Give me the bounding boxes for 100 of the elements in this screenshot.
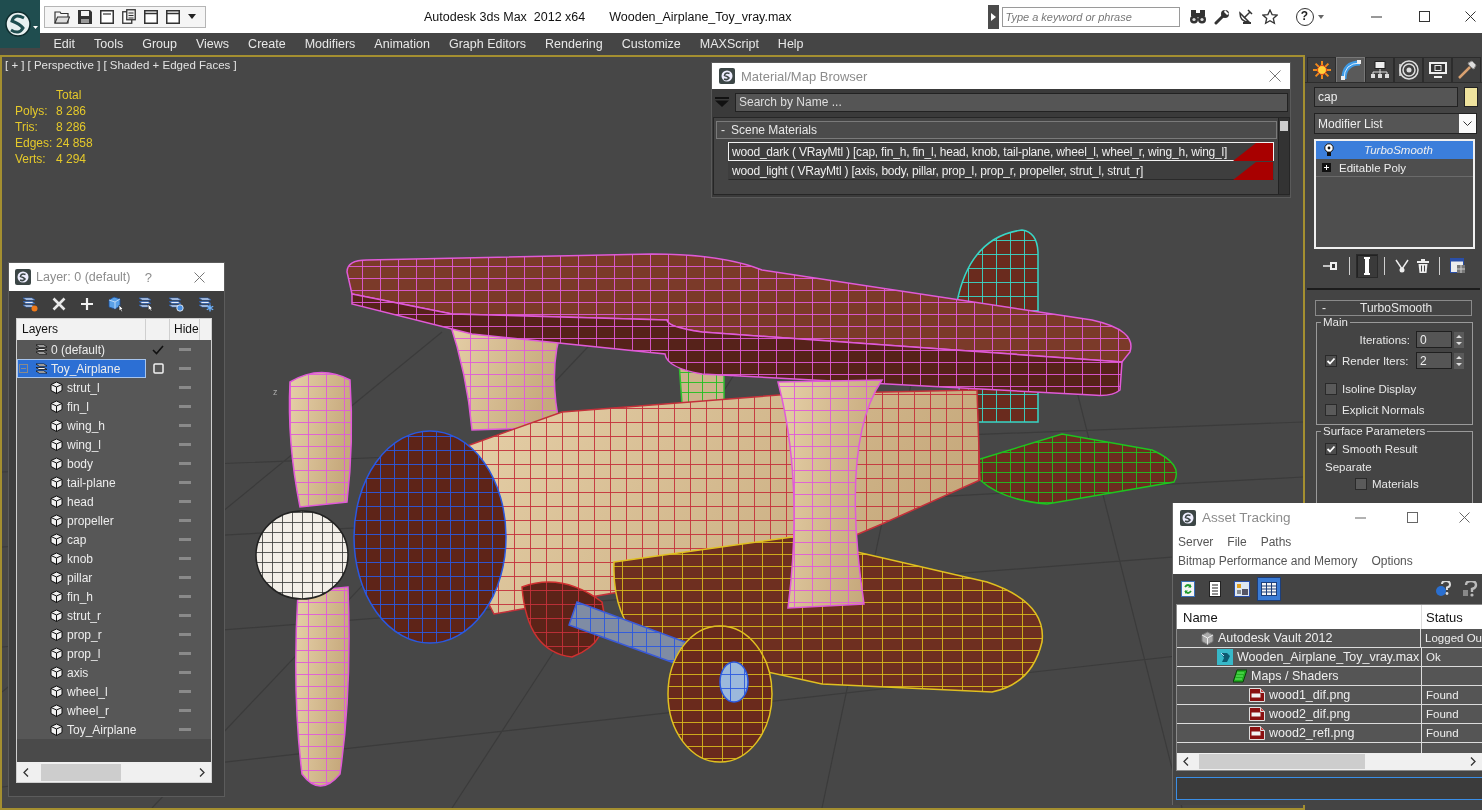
- checkbox[interactable]: [1325, 442, 1337, 455]
- delete-icon[interactable]: [52, 297, 66, 311]
- menu-item[interactable]: Animation: [364, 34, 440, 54]
- menu-item[interactable]: Graph Editors: [439, 34, 536, 54]
- panel-tab[interactable]: [1336, 57, 1365, 82]
- concentric-circles-icon: [1398, 60, 1419, 80]
- bent-arc-icon: [1340, 60, 1361, 80]
- viewport-menu-label[interactable]: [ + ]: [5, 58, 25, 73]
- layer-item[interactable]: Toy_Airplane: [17, 359, 146, 378]
- menu-item[interactable]: Bitmap Performance and Memory: [1178, 553, 1358, 568]
- layer-stack-star-icon[interactable]: [22, 296, 38, 312]
- color-swatch-icon[interactable]: [1464, 87, 1478, 107]
- satellite-dish-icon[interactable]: [1237, 8, 1254, 25]
- panel-tab[interactable]: [1423, 57, 1452, 82]
- chevron-left-icon[interactable]: [23, 767, 29, 777]
- input-field[interactable]: [1176, 777, 1482, 800]
- menu-item[interactable]: Group: [132, 34, 187, 54]
- menu-item[interactable]: Modifiers: [295, 34, 365, 54]
- maximize-icon[interactable]: [1418, 11, 1430, 22]
- spinner-arrows-icon[interactable]: [1454, 331, 1464, 348]
- folder-icon[interactable]: [54, 9, 70, 24]
- checkbox[interactable]: [1355, 478, 1367, 490]
- menu-item[interactable]: Tools: [84, 34, 133, 54]
- app-logo-icon[interactable]: [0, 0, 40, 48]
- menu-item[interactable]: Options: [1371, 553, 1413, 568]
- clipboard-icon[interactable]: [122, 9, 136, 24]
- checkbox[interactable]: [1325, 354, 1337, 367]
- menu-item[interactable]: Paths: [1260, 534, 1292, 549]
- caret-icon[interactable]: [188, 14, 196, 19]
- rollout-header[interactable]: - TurboSmooth: [1315, 300, 1472, 316]
- chevron-left-icon[interactable]: [1183, 757, 1189, 766]
- asset-item[interactable]: wood2_dif.png: [1177, 705, 1422, 723]
- cube-cursor-icon[interactable]: [108, 296, 124, 312]
- panel-tab[interactable]: [1307, 57, 1336, 82]
- star-icon[interactable]: [1261, 8, 1278, 25]
- modifier-stack-item[interactable]: Editable Poly: [1316, 159, 1473, 177]
- material-item[interactable]: wood_dark ( VRayMtl ) [cap, fin_h, fin_l, head, knob, tail-plane, wheel_l, wheel_r, wing_h, wing_l]: [728, 142, 1274, 161]
- checkmark-icon[interactable]: [152, 344, 164, 355]
- asset-item[interactable]: wood2_refl.png: [1177, 724, 1422, 742]
- checkbox[interactable]: [1325, 403, 1337, 416]
- help-globe-icon[interactable]: [1435, 581, 1451, 597]
- asset-item[interactable]: Autodesk Vault 2012: [1177, 629, 1422, 647]
- viewport-menu-label[interactable]: [ Shaded + Edged Faces ]: [103, 58, 237, 73]
- chevron-right-icon[interactable]: [199, 767, 205, 777]
- binoculars-icon[interactable]: [1189, 9, 1206, 24]
- material-item[interactable]: wood_light ( VRayMtl ) [axis, body, pillar, prop_l, prop_r, propeller, strut_l, strut_r]: [728, 161, 1274, 180]
- menu-item[interactable]: Help: [768, 34, 814, 54]
- menu-item[interactable]: File: [1227, 534, 1247, 549]
- search-field[interactable]: Search by Name ...: [735, 92, 1288, 112]
- scrollbar[interactable]: [1177, 753, 1482, 770]
- column-header[interactable]: Status: [1422, 605, 1482, 629]
- close-icon[interactable]: [1464, 11, 1476, 22]
- save-icon[interactable]: [78, 9, 92, 24]
- asset-item[interactable]: Wooden_Airplane_Toy_vray.max: [1177, 648, 1422, 666]
- modifier-list-dropdown[interactable]: Modifier List: [1314, 113, 1477, 134]
- layer-stack-cursor-icon[interactable]: [138, 296, 154, 312]
- document-icon[interactable]: [100, 9, 114, 24]
- menu-item[interactable]: Views: [186, 34, 239, 54]
- search-field[interactable]: Type a keyword or phrase: [1001, 6, 1180, 27]
- menu-item[interactable]: Server: [1178, 534, 1214, 549]
- close-icon[interactable]: [1459, 512, 1470, 523]
- maximize-icon[interactable]: [1407, 512, 1418, 523]
- modifier-stack-item[interactable]: TurboSmooth: [1316, 141, 1473, 159]
- layer-stack-snowflake-icon[interactable]: [198, 296, 214, 312]
- wrench-icon[interactable]: [1213, 8, 1230, 25]
- layer-stack-highlight-icon[interactable]: [168, 296, 184, 312]
- object-name-field[interactable]: cap: [1314, 87, 1458, 107]
- scrollbar-thumb[interactable]: [1199, 754, 1365, 769]
- scrollbar[interactable]: [17, 762, 211, 782]
- help-button[interactable]: ?: [144, 269, 152, 285]
- show-end-result-button[interactable]: [1356, 254, 1378, 278]
- scrollbar-thumb[interactable]: [1280, 121, 1288, 131]
- chevron-right-icon[interactable]: [1470, 757, 1476, 766]
- dialog-title: Layer: 0 (default): [36, 270, 131, 284]
- view-button[interactable]: [1257, 577, 1281, 601]
- window-icon[interactable]: [166, 9, 180, 24]
- checkbox[interactable]: [1325, 382, 1337, 395]
- empty-box-icon[interactable]: [152, 363, 164, 374]
- spinner-field[interactable]: 2: [1416, 352, 1452, 369]
- menu-item[interactable]: Customize: [612, 34, 691, 54]
- scrollbar-thumb[interactable]: [41, 763, 121, 781]
- asset-item[interactable]: wood1_dif.png: [1177, 686, 1422, 704]
- menu-item[interactable]: Rendering: [535, 34, 613, 54]
- lightbulb-icon[interactable]: [1324, 142, 1334, 157]
- minimize-icon[interactable]: [1370, 15, 1382, 18]
- panel-tab[interactable]: [1365, 57, 1394, 82]
- scrollbar[interactable]: [1278, 118, 1289, 194]
- menu-item[interactable]: Edit: [44, 34, 85, 54]
- viewport-menu-label[interactable]: [ Perspective ]: [27, 58, 101, 73]
- window-icon[interactable]: [144, 9, 158, 24]
- menu-item[interactable]: Create: [238, 34, 296, 54]
- panel-tab[interactable]: [1394, 57, 1423, 82]
- spinner-field[interactable]: 0: [1416, 331, 1452, 348]
- panel-tab[interactable]: [1452, 57, 1481, 82]
- plus-box-icon[interactable]: [1322, 163, 1331, 172]
- add-icon[interactable]: [80, 297, 94, 311]
- help-icon[interactable]: [1462, 581, 1478, 597]
- spinner-arrows-icon[interactable]: [1454, 352, 1464, 369]
- group-header[interactable]: - Scene Materials: [716, 121, 1277, 139]
- menu-item[interactable]: MAXScript: [690, 34, 769, 54]
